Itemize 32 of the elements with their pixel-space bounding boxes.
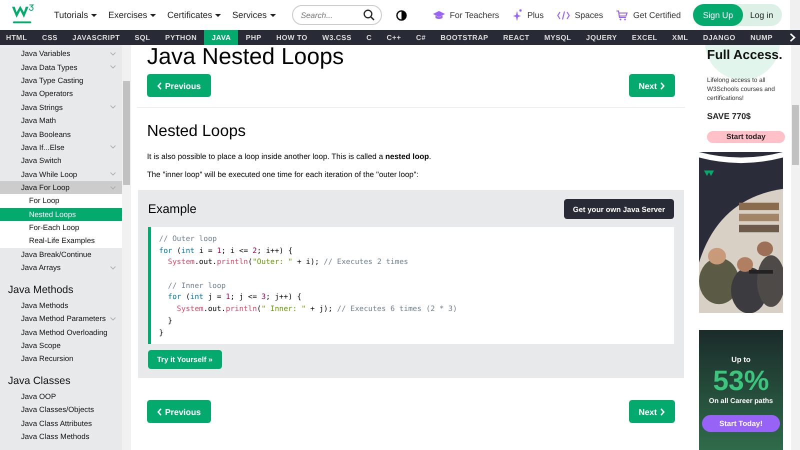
sidebar-heading: Java Methods [7,282,74,298]
search-icon [362,8,375,21]
top-link[interactable]: Spaces [556,9,604,21]
chevron-right-icon [660,82,665,90]
contrast-icon[interactable] [396,10,407,20]
code-icon [556,10,570,20]
menu-dropdown[interactable]: Services [232,10,276,20]
top-link[interactable]: Plus [512,9,544,21]
chevron-right-icon[interactable] [789,33,796,42]
graduation-cap-icon [432,10,445,20]
scrollbar[interactable] [791,45,800,450]
ad-title: Full Access. [707,47,782,62]
top-link[interactable]: For Teachers [432,9,500,21]
menu-dropdown[interactable]: Tutorials [54,10,98,20]
sparkle-icon [512,9,522,21]
page-title: Java Nested Loops [147,45,344,67]
chevron-left-icon [157,82,162,90]
menu-dropdown[interactable]: Exercises [108,10,156,20]
example-title: Example [148,202,197,216]
scrollbar[interactable] [122,45,131,450]
sidebar-heading: Java Classes [7,374,72,389]
ad-percent: 53% [712,364,770,398]
logo-icon[interactable] [10,4,36,26]
ad-price: SAVE 770$ [707,111,752,121]
chevron-left-icon [157,408,162,416]
cart-icon [616,10,628,20]
log-in-button[interactable]: Log in [743,4,782,26]
top-link[interactable]: Get Certified [616,9,681,21]
section-heading: Nested Loops [147,122,247,142]
chevron-right-icon [660,408,665,416]
menu-dropdown[interactable]: Certificates [167,10,222,20]
search-field[interactable]: Search... [292,5,382,26]
